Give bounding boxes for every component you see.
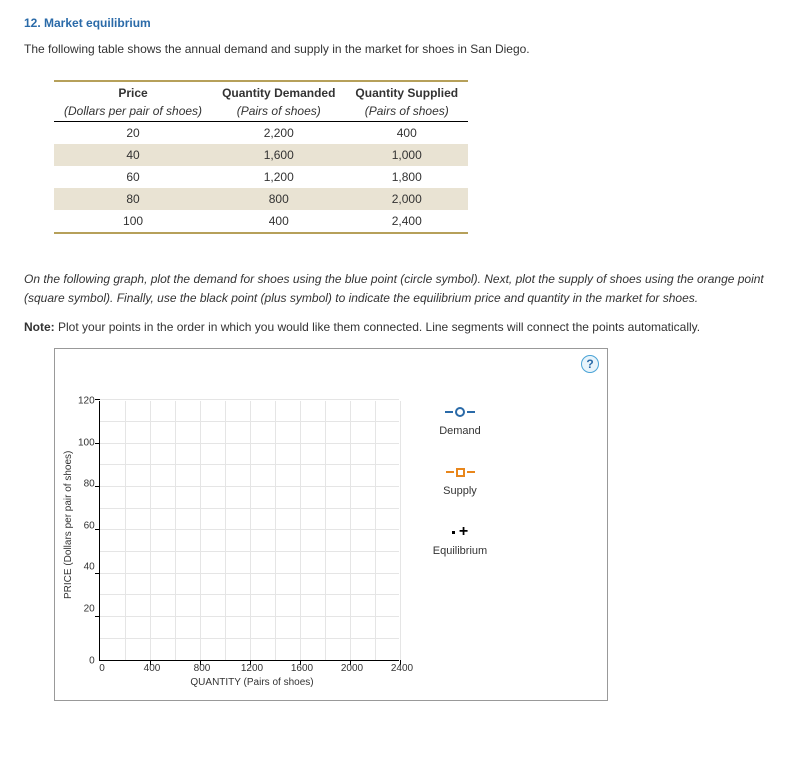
table-row: 401,6001,000 [54, 144, 468, 166]
legend-supply[interactable]: Supply [420, 465, 500, 497]
col-sub-demand: (Pairs of shoes) [212, 100, 345, 122]
legend: Demand Supply + Equilibrium [402, 401, 500, 688]
help-icon[interactable]: ? [581, 355, 599, 373]
col-head-supply: Quantity Supplied [345, 81, 468, 100]
table-row: 808002,000 [54, 188, 468, 210]
legend-demand[interactable]: Demand [420, 405, 500, 437]
col-sub-supply: (Pairs of shoes) [345, 100, 468, 122]
col-head-price: Price [54, 81, 212, 100]
question-heading: 12. Market equilibrium [24, 16, 771, 30]
graph-note: Note: Plot your points in the order in w… [24, 320, 771, 334]
col-sub-price: (Dollars per pair of shoes) [54, 100, 212, 122]
square-icon [456, 468, 465, 477]
col-head-demand: Quantity Demanded [212, 81, 345, 100]
x-axis-label: QUANTITY (Pairs of shoes) [102, 677, 402, 688]
intro-text: The following table shows the annual dem… [24, 42, 771, 56]
plot-area[interactable] [99, 401, 399, 661]
table-row: 1004002,400 [54, 210, 468, 233]
plus-icon: + [459, 527, 468, 537]
x-ticks: 04008001200160020002400 [102, 661, 402, 675]
circle-icon [455, 407, 465, 417]
data-table: Price Quantity Demanded Quantity Supplie… [54, 80, 771, 234]
table-row: 601,2001,800 [54, 166, 468, 188]
legend-equilibrium[interactable]: + Equilibrium [420, 525, 500, 557]
graph-instructions: On the following graph, plot the demand … [24, 270, 771, 308]
y-axis-label: PRICE (Dollars per pair of shoes) [63, 401, 74, 648]
table-row: 202,200400 [54, 122, 468, 145]
y-ticks: 120 100 80 60 40 20 0 [78, 401, 95, 661]
graph-panel: ? PRICE (Dollars per pair of shoes) 120 … [54, 348, 608, 701]
